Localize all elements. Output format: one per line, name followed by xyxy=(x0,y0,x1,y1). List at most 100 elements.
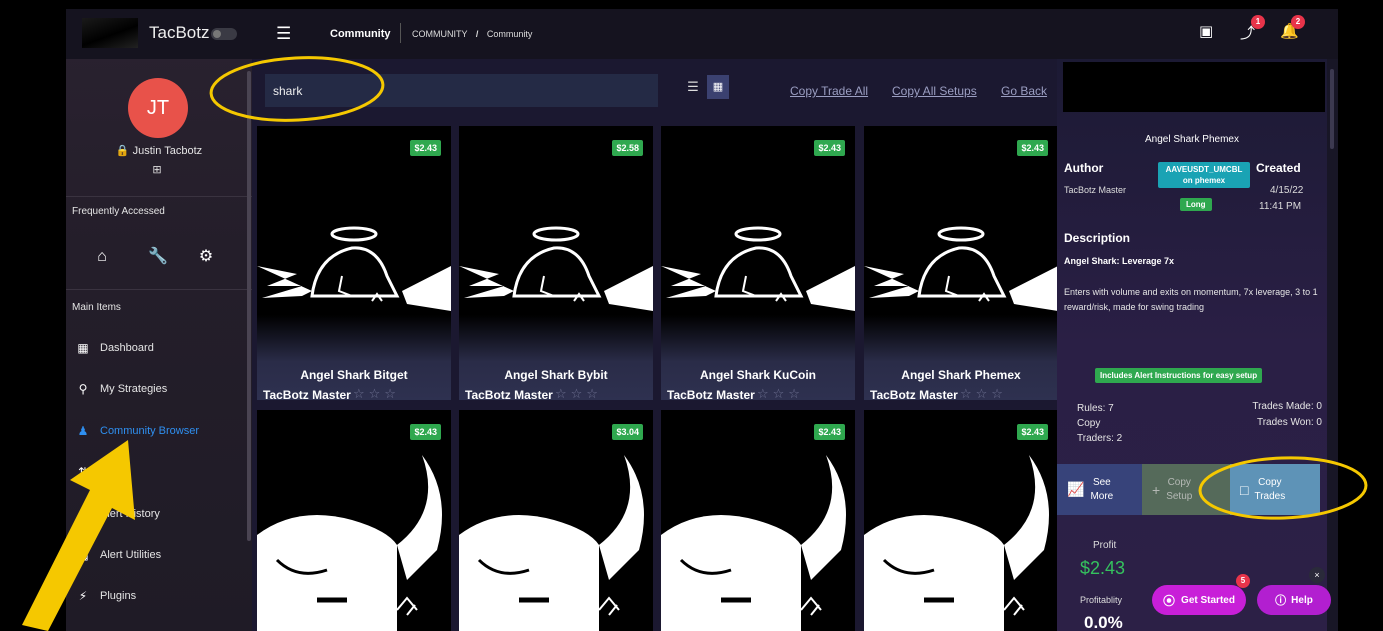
compass-icon: ⦿ xyxy=(1163,593,1176,608)
pair-symbol: AAVEUSDT_UMCBL xyxy=(1165,165,1243,174)
card-title: Angel Shark Bitget xyxy=(300,368,408,382)
trades-made: Trades Made: 0 xyxy=(1252,401,1322,412)
rules-info: Rules: 7 Copy Traders: 2 xyxy=(1077,401,1122,446)
description-title: Angel Shark: Leverage 7x xyxy=(1064,256,1175,266)
strategy-card[interactable]: $3.04 xyxy=(459,410,653,631)
profit-label: Profit xyxy=(1093,540,1117,551)
plug-icon: ⚡ xyxy=(78,589,88,603)
strategy-detail-panel: Angel Shark Phemex Author TacBotz Master… xyxy=(1057,59,1327,631)
breadcrumb-root[interactable]: COMMUNITY xyxy=(412,29,467,39)
copy-traders-line2: Traders: 2 xyxy=(1077,433,1123,444)
card-title: Angel Shark KuCoin xyxy=(699,368,816,382)
copy-trade-all-link[interactable]: Copy Trade All xyxy=(790,84,868,98)
chart-icon: 📈 xyxy=(1067,481,1085,497)
trades-badge: 1 xyxy=(1251,15,1265,29)
breadcrumb: COMMUNITY / Community xyxy=(412,29,532,39)
copy-trades-button[interactable]: □ Copy Trades xyxy=(1230,464,1320,515)
gear-icon[interactable]: ⚙ xyxy=(194,245,218,269)
history-icon: ↺ xyxy=(77,507,89,521)
home-icon[interactable]: ⌂ xyxy=(90,245,114,269)
strategy-card[interactable]: $2.43 Angel Shark Bitget TacBotz Master … xyxy=(257,126,451,400)
user-name[interactable]: 🔒 Justin Tacbotz xyxy=(66,144,252,157)
menu-icon[interactable]: ☰ xyxy=(276,24,291,44)
breadcrumb-divider xyxy=(400,23,401,43)
rating-stars-icon[interactable]: ☆☆☆ xyxy=(960,386,1007,400)
price-badge: $2.43 xyxy=(814,424,845,440)
rules-count: Rules: 7 xyxy=(1077,403,1114,414)
sidebar-item-dashboard[interactable]: ▦ Dashboard xyxy=(66,336,246,360)
price-badge: $2.43 xyxy=(1017,140,1048,156)
breadcrumb-separator: / xyxy=(475,29,479,39)
dashboard-icon: ▦ xyxy=(77,341,89,355)
see-more-button[interactable]: 📈 See More xyxy=(1057,464,1142,515)
page-title: Community xyxy=(330,28,391,40)
avatar-initials: JT xyxy=(146,96,170,119)
search-input[interactable] xyxy=(265,74,658,107)
plus-icon: + xyxy=(1152,481,1161,498)
panel-image xyxy=(1063,62,1325,112)
bull-shark-image xyxy=(864,455,1049,631)
created-time: 11:41 PM xyxy=(1259,201,1302,212)
sidebar-item-alert-history[interactable]: ↺ Alert History xyxy=(66,502,246,526)
sidebar-item-sort[interactable]: ⇅ xyxy=(66,460,246,484)
grid-icon: ▩ xyxy=(77,548,89,562)
breadcrumb-current: Community xyxy=(486,29,533,39)
list-view-icon[interactable]: ☰ xyxy=(682,75,704,99)
help-icon: ⓘ xyxy=(1275,595,1287,607)
profit-value: $2.43 xyxy=(1080,558,1126,578)
strategy-card[interactable]: $2.43 Angel Shark KuCoin TacBotz Master … xyxy=(661,126,855,400)
notifications-badge: 2 xyxy=(1291,15,1305,29)
help-button[interactable]: ⓘ Help xyxy=(1257,585,1331,615)
copy-all-setups-link[interactable]: Copy All Setups xyxy=(892,84,977,98)
strategy-card[interactable]: $2.43 xyxy=(661,410,855,631)
user-name-text: Justin Tacbotz xyxy=(132,145,203,157)
sidebar-item-my-strategies[interactable]: ⚲ My Strategies xyxy=(66,377,246,401)
avatar[interactable]: JT xyxy=(128,78,188,138)
brand-logo[interactable] xyxy=(82,18,138,48)
brand-name: TacBotz xyxy=(149,23,210,42)
rating-stars-icon[interactable]: ☆☆☆ xyxy=(757,386,804,400)
price-badge: $2.58 xyxy=(612,140,643,156)
rating-stars-icon[interactable]: ☆☆☆ xyxy=(555,386,602,400)
trades-won: Trades Won: 0 xyxy=(1256,417,1322,428)
close-floating-button[interactable]: × xyxy=(1309,567,1325,583)
card-title: Angel Shark Phemex xyxy=(901,368,1021,382)
card-title: Angel Shark Bybit xyxy=(504,368,608,382)
copy-traders-line1: Copy xyxy=(1077,418,1101,429)
sidebar-divider xyxy=(66,196,252,197)
sidebar-item-alert-utilities[interactable]: ▩ Alert Utilities xyxy=(66,543,246,567)
sidebar-item-plugins[interactable]: ⚡ Plugins xyxy=(66,584,246,608)
strategy-card[interactable]: $2.58 Angel Shark Bybit TacBotz Master ☆… xyxy=(459,126,653,400)
price-badge: $2.43 xyxy=(814,140,845,156)
wrench-icon[interactable]: 🔧 xyxy=(146,245,170,269)
profitability-label: Profitablity xyxy=(1080,595,1123,605)
strategy-card[interactable]: $2.43 xyxy=(864,410,1058,631)
app-window: TacBotz JT 🔒 Justin Tacbotz ⊞ Frequently… xyxy=(66,9,1338,631)
price-badge: $2.43 xyxy=(1017,424,1048,440)
bull-shark-image xyxy=(459,455,644,631)
strategy-card[interactable]: $2.43 xyxy=(257,410,451,631)
sidebar-scrollbar[interactable] xyxy=(247,71,251,541)
author-label: Author xyxy=(1064,161,1104,175)
rating-stars-icon[interactable]: ☆☆☆ xyxy=(353,386,400,400)
price-badge: $3.04 xyxy=(612,424,643,440)
sidebar-toggle[interactable] xyxy=(211,28,237,40)
pair-badge: AAVEUSDT_UMCBL on phemex xyxy=(1158,162,1250,188)
strategy-card[interactable]: $2.43 Angel Shark Phemex TacBotz Master … xyxy=(864,126,1058,400)
login-icon[interactable]: ⊞ xyxy=(150,163,164,177)
sidebar: TacBotz JT 🔒 Justin Tacbotz ⊞ Frequently… xyxy=(66,9,252,631)
top-bar: ☰ Community COMMUNITY / Community ▣ ⤴ 1 … xyxy=(252,9,1338,59)
created-label: Created xyxy=(1256,161,1301,175)
go-back-link[interactable]: Go Back xyxy=(1001,84,1047,98)
grid-view-icon[interactable]: ▦ xyxy=(707,75,729,99)
profitability-value: 0.0% xyxy=(1084,613,1123,631)
sidebar-item-community-browser[interactable]: ♟ Community Browser xyxy=(66,419,246,443)
panel-scrollbar[interactable] xyxy=(1327,59,1338,631)
created-date: 4/15/22 xyxy=(1270,185,1304,196)
lock-icon: 🔒 xyxy=(115,145,130,157)
wallet-icon[interactable]: ▣ xyxy=(1199,22,1213,40)
brand-bar: TacBotz xyxy=(66,9,252,59)
main-items-label: Main Items xyxy=(72,302,121,313)
get-started-button[interactable]: ⦿ Get Started xyxy=(1152,585,1246,615)
copy-setup-button[interactable]: + Copy Setup xyxy=(1142,464,1230,515)
